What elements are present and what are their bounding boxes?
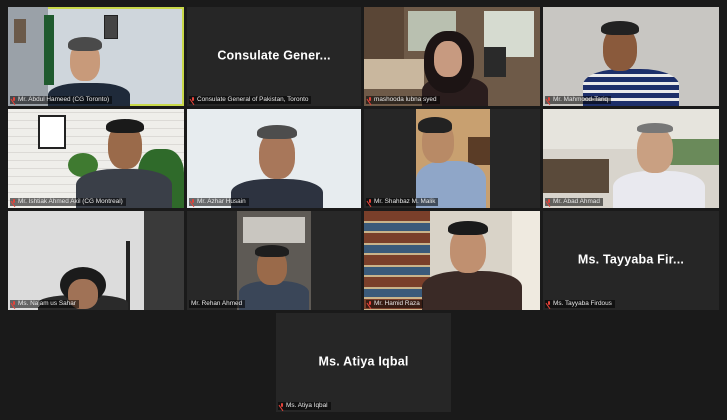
video-feed bbox=[8, 109, 184, 208]
participant-label: Ms. Tayyaba Firdous bbox=[545, 300, 615, 308]
video-tile-ishtiak-ahmed-akil[interactable]: Mr. Ishtiak Ahmed Akil (CG Montreal) bbox=[8, 109, 184, 208]
mic-muted-icon bbox=[368, 199, 372, 205]
video-tile-abad-ahmad[interactable]: Mr. Abad Ahmad bbox=[543, 109, 719, 208]
participant-label: Mr. Azhar Husain bbox=[189, 198, 249, 206]
video-tile-atiya-iqbal[interactable]: Ms. Atiya Iqbal Ms. Atiya Iqbal bbox=[276, 313, 451, 412]
video-tile-hamid-raza[interactable]: Mr. Hamid Raza bbox=[364, 211, 540, 310]
participant-label: Mr. Hamid Raza bbox=[366, 300, 423, 308]
participant-display-name: Ms. Tayyaba Fir... bbox=[577, 252, 685, 267]
video-feed bbox=[364, 7, 540, 106]
mic-muted-icon bbox=[280, 403, 284, 409]
participant-label: Mr. Abad Ahmad bbox=[545, 198, 603, 206]
video-feed bbox=[364, 211, 540, 310]
mic-muted-icon bbox=[191, 97, 195, 103]
video-tile-consulate-general[interactable]: Consulate Gener... Consulate General of … bbox=[187, 7, 361, 106]
mic-muted-icon bbox=[368, 301, 372, 307]
participant-label: Mr. Shahbaz M. Malik bbox=[366, 198, 439, 206]
video-feed bbox=[187, 211, 361, 310]
participant-label: Mr. Mahmood-Tariq bbox=[545, 96, 612, 104]
video-tile-abdul-hameed[interactable]: Mr. Abdul Hameed (CG Toronto) bbox=[8, 7, 184, 106]
video-feed bbox=[543, 109, 719, 208]
mic-muted-icon bbox=[12, 199, 16, 205]
mic-muted-icon bbox=[547, 301, 551, 307]
video-tile-azhar-husain[interactable]: Mr. Azhar Husain bbox=[187, 109, 361, 208]
video-tile-rehan-ahmed[interactable]: Mr. Rehan Ahmed bbox=[187, 211, 361, 310]
video-tile-najam-us-sahar[interactable]: Ms. Najam us Sahar bbox=[8, 211, 184, 310]
participant-display-name: Ms. Atiya Iqbal bbox=[318, 354, 409, 369]
mic-muted-icon bbox=[12, 301, 16, 307]
mic-muted-icon bbox=[547, 97, 551, 103]
video-feed bbox=[8, 211, 184, 310]
mic-muted-icon bbox=[191, 199, 195, 205]
participant-label: Mr. Abdul Hameed (CG Toronto) bbox=[10, 96, 113, 104]
mic-muted-icon bbox=[547, 199, 551, 205]
participant-label: Mr. Ishtiak Ahmed Akil (CG Montreal) bbox=[10, 198, 126, 206]
participant-display-name: Consulate Gener... bbox=[217, 48, 331, 63]
video-feed bbox=[543, 7, 719, 106]
video-tile-shahbaz-m-malik[interactable]: Mr. Shahbaz M. Malik bbox=[364, 109, 540, 208]
participant-label: Mr. Rehan Ahmed bbox=[189, 300, 246, 308]
participant-label: Ms. Najam us Sahar bbox=[10, 300, 79, 308]
video-tile-mahmood-tariq[interactable]: Mr. Mahmood-Tariq bbox=[543, 7, 719, 106]
video-feed bbox=[364, 109, 540, 208]
video-tile-mashooda-lubna-syed[interactable]: mashooda lubna syed bbox=[364, 7, 540, 106]
mic-muted-icon bbox=[12, 97, 16, 103]
participant-label: Ms. Atiya Iqbal bbox=[278, 402, 331, 410]
video-feed bbox=[8, 7, 184, 106]
participant-label: Consulate General of Pakistan, Toronto bbox=[189, 96, 312, 104]
video-feed bbox=[187, 109, 361, 208]
participant-label: mashooda lubna syed bbox=[366, 96, 440, 104]
mic-muted-icon bbox=[368, 97, 372, 103]
video-tile-tayyaba-firdous[interactable]: Ms. Tayyaba Fir... Ms. Tayyaba Firdous bbox=[543, 211, 719, 310]
